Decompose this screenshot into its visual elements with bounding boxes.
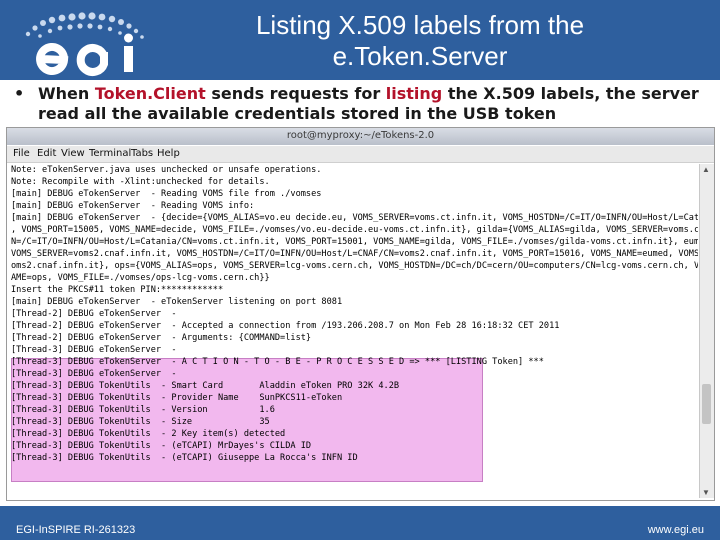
- menu-help[interactable]: Help: [157, 148, 180, 159]
- terminal-line: [Thread-2] DEBUG eTokenServer - Accepted…: [11, 321, 560, 331]
- terminal-line: [main] DEBUG eTokenServer - eTokenServer…: [11, 297, 343, 307]
- menu-file[interactable]: File: [13, 148, 30, 159]
- terminal-line: N=/C=IT/O=INFN/OU=Host/L=Catania/CN=voms…: [11, 237, 698, 247]
- bullet-text: When Token.Client sends requests for lis…: [38, 84, 710, 124]
- bullet-dot: •: [14, 84, 25, 103]
- menu-tabs[interactable]: Tabs: [131, 148, 153, 159]
- menu-view[interactable]: View: [61, 148, 85, 159]
- title-line-1: Listing X.509 labels from the: [255, 10, 585, 40]
- highlight-listing: listing: [385, 84, 443, 103]
- terminal-line: oms2.cnaf.infn.it}, ops={VOMS_ALIAS=ops,…: [11, 261, 698, 271]
- window-titlebar[interactable]: root@myproxy:~/eTokens-2.0: [7, 128, 714, 145]
- terminal-line: [Thread-2] DEBUG eTokenServer -: [11, 309, 177, 319]
- scroll-down-icon[interactable]: ▼: [702, 488, 710, 497]
- terminal-line: , VOMS_PORT=15005, VOMS_NAME=decide, VOM…: [11, 225, 698, 235]
- terminal-line: [Thread-3] DEBUG TokenUtils - Provider N…: [11, 393, 343, 403]
- title-line-2: e.Token.Server: [332, 41, 508, 71]
- menu-terminal[interactable]: Terminal: [89, 148, 131, 159]
- terminal-line: Insert the PKCS#11 token PIN:***********…: [11, 285, 224, 295]
- terminal-line: [Thread-3] DEBUG eTokenServer -: [11, 369, 177, 379]
- terminal-line: [Thread-3] DEBUG TokenUtils - Version 1.…: [11, 405, 275, 415]
- highlight-token-client: Token.Client: [94, 84, 206, 103]
- scrollbar-thumb[interactable]: [702, 384, 711, 424]
- terminal-line: [Thread-3] DEBUG TokenUtils - Smart Card…: [11, 381, 400, 391]
- terminal-scrollbar[interactable]: ▲ ▼: [699, 164, 714, 498]
- terminal-line: [main] DEBUG eTokenServer - Reading VOMS…: [11, 189, 322, 199]
- window-title: root@myproxy:~/eTokens-2.0: [286, 130, 435, 141]
- terminal-line: Note: eTokenServer.java uses unchecked o…: [11, 165, 322, 175]
- terminal-line: [Thread-3] DEBUG TokenUtils - (eTCAPI) M…: [11, 441, 312, 451]
- terminal-line: [Thread-3] DEBUG TokenUtils - 2 Key item…: [11, 429, 286, 439]
- terminal-line: [main] DEBUG eTokenServer - {decide={VOM…: [11, 213, 698, 223]
- page-title: Listing X.509 labels from the e.Token.Se…: [170, 10, 670, 72]
- terminal-line: Note: Recompile with -Xlint:unchecked fo…: [11, 177, 270, 187]
- menu-edit[interactable]: Edit: [37, 148, 56, 159]
- terminal-line: [Thread-3] DEBUG eTokenServer -: [11, 345, 177, 355]
- terminal-line: [Thread-3] DEBUG eTokenServer - A C T I …: [11, 357, 544, 367]
- scroll-up-icon[interactable]: ▲: [702, 165, 710, 174]
- bullet-text-part: sends requests for: [205, 84, 386, 103]
- terminal-line: [main] DEBUG eTokenServer - Reading VOMS…: [11, 201, 255, 211]
- terminal-line: [Thread-3] DEBUG TokenUtils - Size 35: [11, 417, 270, 427]
- menu-bar: File Edit View Terminal Tabs Help: [7, 146, 714, 163]
- footer-project-id: EGI-InSPIRE RI-261323: [16, 524, 136, 536]
- terminal-line: [Thread-2] DEBUG eTokenServer - Argument…: [11, 333, 312, 343]
- terminal-line: [Thread-3] DEBUG TokenUtils - (eTCAPI) G…: [11, 453, 358, 463]
- terminal-line: AME=ops, VOMS_FILE=./vomses/ops-lcg-voms…: [11, 273, 270, 283]
- bullet-text-part: When: [38, 84, 95, 103]
- footer-url[interactable]: www.egi.eu: [648, 524, 704, 536]
- terminal-window: root@myproxy:~/eTokens-2.0 File Edit Vie…: [6, 127, 715, 501]
- terminal-line: VOMS_SERVER=voms2.cnaf.infn.it, VOMS_HOS…: [11, 249, 698, 259]
- terminal-output[interactable]: Note: eTokenServer.java uses unchecked o…: [9, 164, 698, 498]
- egi-logo-icon: [25, 12, 144, 76]
